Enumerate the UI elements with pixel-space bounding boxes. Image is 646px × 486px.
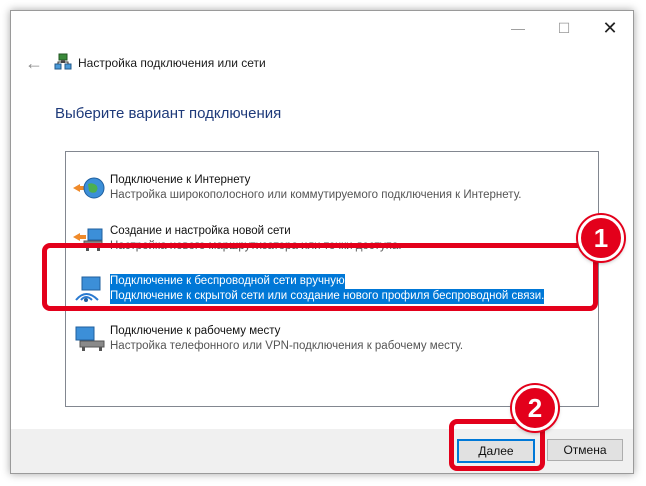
close-button[interactable]: ✕ <box>587 11 633 45</box>
internet-globe-icon <box>73 177 105 199</box>
maximize-button[interactable]: ☐ <box>541 11 587 45</box>
minimize-button[interactable]: — <box>495 11 541 45</box>
page-heading: Выберите вариант подключения <box>55 105 282 122</box>
callout-badge-2: 2 <box>512 385 558 431</box>
callout-badge-1: 1 <box>578 215 624 261</box>
title-bar: — ☐ ✕ <box>11 11 633 45</box>
option-title: Подключение к Интернету <box>110 174 251 186</box>
option-title: Подключение к рабочему месту <box>110 325 281 337</box>
workplace-network-icon <box>75 326 105 351</box>
window-title: Настройка подключения или сети <box>78 56 266 70</box>
back-arrow-icon[interactable]: ← <box>25 53 43 74</box>
network-setup-icon <box>54 53 72 70</box>
option-description: Настройка телефонного или VPN-подключени… <box>110 340 464 352</box>
option-internet-connection[interactable]: Подключение к Интернету Настройка широко… <box>72 170 592 208</box>
option-title: Создание и настройка новой сети <box>110 225 291 237</box>
cancel-button[interactable]: Отмена <box>547 439 623 461</box>
option-description: Настройка широкополосного или коммутируе… <box>110 189 522 201</box>
callout-highlight-option <box>42 243 598 311</box>
option-workplace[interactable]: Подключение к рабочему месту Настройка т… <box>72 321 592 359</box>
